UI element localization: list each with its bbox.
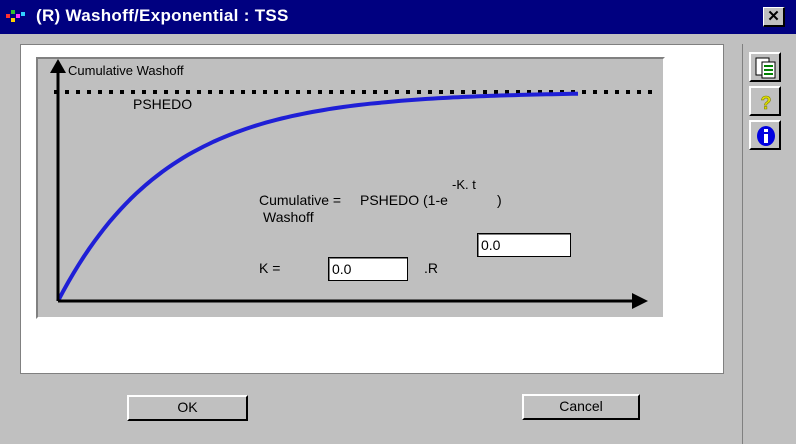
info-button[interactable]: [749, 120, 781, 150]
k-label: K =: [259, 260, 281, 276]
close-button[interactable]: ✕: [763, 7, 785, 27]
formula-exponent: -K. t: [452, 177, 476, 192]
copy-pages-icon: [755, 57, 776, 79]
ok-button[interactable]: OK: [127, 395, 248, 421]
info-icon: [757, 126, 775, 146]
cancel-button[interactable]: Cancel: [522, 394, 640, 420]
close-icon: ✕: [767, 8, 780, 25]
app-icon: [6, 10, 25, 22]
title-bar: (R) Washoff/Exponential : TSS ✕: [0, 0, 796, 34]
help-button[interactable]: ?: [749, 86, 781, 116]
formula-rhs: PSHEDO (1-e: [360, 192, 448, 208]
window-title: (R) Washoff/Exponential : TSS: [36, 6, 289, 25]
formula-lhs: Cumulative =: [259, 192, 342, 208]
y-axis-arrow: [50, 59, 66, 73]
formula-lhs-line2: Washoff: [263, 209, 314, 225]
y-axis-label: Cumulative Washoff: [68, 63, 184, 78]
copy-button[interactable]: [749, 52, 781, 82]
svg-text:?: ?: [761, 93, 772, 113]
r-value-field[interactable]: [477, 233, 571, 257]
asymptote-label: PSHEDO: [133, 96, 193, 112]
x-axis-arrow: [632, 293, 648, 309]
k-value-field[interactable]: [328, 257, 408, 281]
formula-close: ): [497, 192, 502, 208]
k-unit: .R: [424, 260, 438, 276]
help-question-icon: ?: [760, 93, 772, 114]
